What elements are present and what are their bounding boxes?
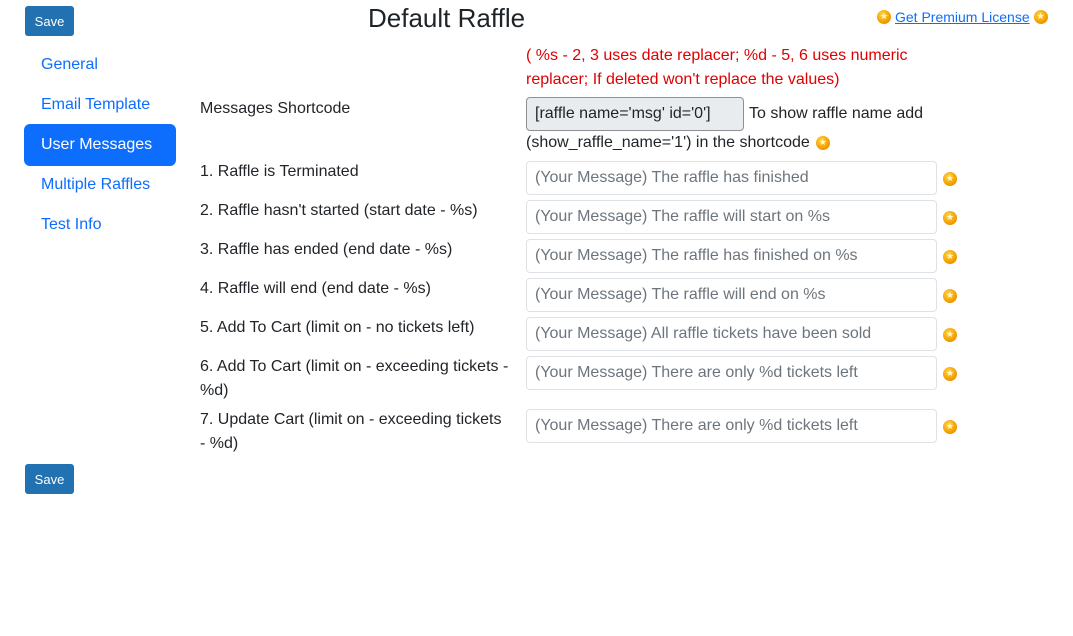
save-button-bottom[interactable]: Save (25, 464, 74, 494)
premium-star-icon (943, 420, 957, 434)
replacer-note: ( %s - 2, 3 uses date replacer; %d - 5, … (526, 47, 908, 88)
message-label-not-started: 2. Raffle hasn't started (start date - %… (200, 202, 478, 219)
message-label-update-exceeding: 7. Update Cart (limit on - exceeding tic… (200, 411, 502, 452)
message-input-update-exceeding[interactable] (526, 409, 937, 443)
premium-star-icon (943, 172, 957, 186)
message-input-will-end[interactable] (526, 278, 937, 312)
premium-star-icon (943, 211, 957, 225)
message-input-add-exceeding[interactable] (526, 356, 937, 390)
sidebar: General Email Template User Messages Mul… (24, 45, 176, 245)
page-title: Default Raffle (368, 3, 526, 33)
premium-license: Get Premium License (877, 9, 1048, 25)
premium-star-icon (877, 10, 891, 24)
sidebar-item-general[interactable]: General (24, 45, 176, 85)
premium-star-icon (943, 328, 957, 342)
sidebar-item-multiple-raffles[interactable]: Multiple Raffles (24, 165, 176, 205)
get-premium-license-link[interactable]: Get Premium License (895, 9, 1030, 25)
save-button-top[interactable]: Save (25, 6, 74, 36)
premium-star-icon (1033, 10, 1048, 24)
message-label-terminated: 1. Raffle is Terminated (200, 163, 359, 180)
premium-star-icon (943, 367, 957, 381)
message-input-ended[interactable] (526, 239, 937, 273)
message-label-ended: 3. Raffle has ended (end date - %s) (200, 241, 453, 258)
premium-star-icon (943, 289, 957, 303)
sidebar-item-email-template[interactable]: Email Template (24, 85, 176, 125)
shortcode-field[interactable]: [raffle name='msg' id='0'] (526, 97, 744, 131)
shortcode-hint-text: (show_raffle_name='1') in the shortcode (526, 134, 810, 151)
message-input-not-started[interactable] (526, 200, 937, 234)
message-label-add-exceeding: 6. Add To Cart (limit on - exceeding tic… (200, 358, 509, 399)
message-input-terminated[interactable] (526, 161, 937, 195)
premium-star-icon (815, 136, 830, 150)
shortcode-hint: To show raffle name add (749, 105, 924, 122)
shortcode-hint-line2: (show_raffle_name='1') in the shortcode (526, 131, 830, 155)
message-label-no-tickets: 5. Add To Cart (limit on - no tickets le… (200, 319, 475, 336)
premium-star-icon (943, 250, 957, 264)
shortcode-label: Messages Shortcode (200, 100, 351, 117)
message-input-no-tickets[interactable] (526, 317, 937, 351)
sidebar-item-test-info[interactable]: Test Info (24, 205, 176, 245)
sidebar-item-user-messages[interactable]: User Messages (24, 124, 176, 166)
message-label-will-end: 4. Raffle will end (end date - %s) (200, 280, 431, 297)
